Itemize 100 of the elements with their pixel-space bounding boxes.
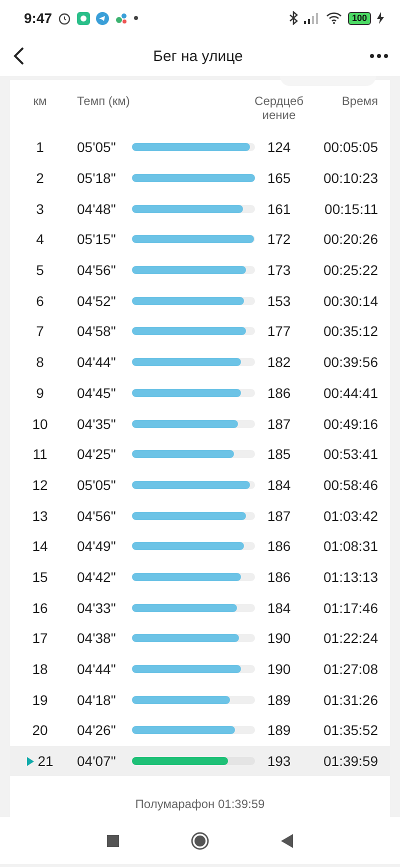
split-row[interactable]: 1 05'05" 124 00:05:05 — [10, 132, 390, 163]
pace-cell-text: 04'33" — [76, 600, 117, 616]
pace-cell-text: 04'45" — [76, 384, 117, 401]
time-cell-text: 01:17:46 — [322, 600, 378, 616]
km-cell: 2 — [36, 170, 44, 186]
split-row[interactable]: 18 04'44" 190 01:27:08 — [10, 654, 390, 684]
back-nav-icon[interactable] — [281, 834, 293, 848]
pace-cell-text: 04'48" — [76, 200, 117, 217]
km-cell: 16 — [32, 600, 48, 616]
alarm-icon — [58, 12, 72, 24]
pace-cell-text: 05'15" — [76, 231, 117, 248]
heart-rate-cell-text: 186 — [266, 538, 292, 554]
column-header: Темп (км) — [76, 94, 131, 108]
split-row[interactable]: 7 04'58" 177 00:35:12 — [10, 316, 390, 347]
wifi-icon — [326, 12, 342, 24]
heart-rate-cell-text: 186 — [266, 384, 292, 401]
home-icon[interactable] — [191, 832, 209, 850]
km-cell: 20 — [32, 722, 48, 738]
km-cell: 8 — [36, 354, 44, 370]
km-cell: 18 — [32, 661, 48, 678]
km-cell: 10 — [32, 416, 48, 432]
pace-cell-text: 04'18" — [76, 692, 117, 708]
split-row[interactable]: 9 04'45" 186 00:44:41 — [10, 378, 390, 408]
heart-rate-cell-text: 161 — [266, 200, 292, 217]
split-row[interactable]: 5 04'56" 173 00:25:22 — [10, 254, 390, 286]
pace-cell-text: 04'38" — [76, 630, 117, 646]
pace-cell-text: 04'49" — [76, 538, 117, 554]
column-header: Время — [340, 94, 378, 108]
split-row[interactable]: 13 04'56" 187 01:03:42 — [10, 500, 390, 531]
km-cell: 5 — [36, 262, 44, 278]
heart-rate-cell-text: 185 — [266, 446, 292, 462]
column-header: Сердцеб иение — [254, 94, 304, 122]
time-cell-text: 00:53:41 — [322, 446, 378, 462]
km-cell: 14 — [32, 538, 48, 554]
time-cell-text: 01:39:59 — [322, 753, 378, 770]
pace-cell-text: 04'25" — [76, 446, 117, 462]
play-icon — [26, 756, 34, 766]
pace-cell-text: 04'56" — [76, 262, 117, 278]
heart-rate-cell-text: 190 — [266, 661, 292, 678]
time-cell-text: 00:20:26 — [322, 231, 378, 248]
split-row[interactable]: 3 04'48" 161 00:15:11 — [10, 193, 390, 224]
pace-cell-text: 04'44" — [76, 661, 117, 678]
split-row[interactable]: 19 04'18" 189 01:31:26 — [10, 684, 390, 716]
pace-cell-text: 05'05" — [76, 476, 117, 493]
split-row[interactable]: 20 04'26" 189 01:35:52 — [10, 715, 390, 746]
heart-rate-cell-text: 186 — [266, 568, 292, 585]
heart-rate-cell-text: 124 — [266, 139, 292, 156]
time-cell-text: 00:49:16 — [322, 416, 378, 432]
heart-rate-cell-text: 190 — [266, 630, 292, 646]
km-cell: 9 — [36, 384, 44, 401]
column-header: км — [32, 94, 48, 108]
status-time: 9:47 — [24, 10, 52, 26]
pace-cell-text: 04'42" — [76, 568, 117, 585]
bluetooth-icon — [288, 11, 298, 25]
recent-apps-icon[interactable] — [107, 834, 119, 846]
km-cell: 1 — [36, 139, 44, 156]
pace-cell-text: 04'44" — [76, 354, 117, 370]
split-row[interactable]: 8 04'44" 182 00:39:56 — [10, 346, 390, 378]
telegram-icon — [96, 12, 110, 24]
split-row[interactable]: 11 04'25" 185 00:53:41 — [10, 438, 390, 470]
km-cell: 4 — [36, 231, 44, 248]
split-row[interactable]: 16 04'33" 184 01:17:46 — [10, 592, 390, 623]
heart-rate-cell-text: 189 — [266, 692, 292, 708]
time-cell-text: 01:08:31 — [322, 538, 378, 554]
heart-rate-cell-text: 189 — [266, 722, 292, 738]
pace-cell-text: 04'26" — [76, 722, 117, 738]
time-cell-text: 01:27:08 — [322, 661, 378, 678]
km-cell: 19 — [32, 692, 48, 708]
time-cell-text: 00:10:23 — [322, 170, 378, 186]
km-cell: 21 — [38, 753, 54, 770]
split-row[interactable]: 10 04'35" 187 00:49:16 — [10, 408, 390, 439]
split-row[interactable]: 12 05'05" 184 00:58:46 — [10, 470, 390, 500]
app-icon — [77, 12, 90, 24]
time-cell-text: 01:22:24 — [322, 630, 378, 646]
time-cell-text: 01:31:26 — [322, 692, 378, 708]
split-row[interactable]: 4 05'15" 172 00:20:26 — [10, 224, 390, 255]
split-row[interactable]: 21 04'07" 193 01:39:59 — [10, 746, 390, 776]
back-icon[interactable] — [12, 46, 26, 66]
km-cell: 15 — [32, 568, 48, 585]
heart-rate-cell-text: 193 — [266, 753, 292, 770]
km-cell: 11 — [32, 446, 48, 462]
split-row[interactable]: 14 04'49" 186 01:08:31 — [10, 530, 390, 562]
notification-dot-icon — [134, 16, 138, 20]
more-icon[interactable] — [370, 54, 388, 58]
heart-rate-cell-text: 172 — [266, 231, 292, 248]
heart-rate-cell-text: 184 — [266, 600, 292, 616]
time-cell-text: 01:03:42 — [322, 508, 378, 524]
dots-app-icon — [115, 12, 128, 24]
time-cell-text: 00:15:11 — [324, 200, 378, 217]
km-cell: 13 — [32, 508, 48, 524]
time-cell-text: 00:25:22 — [322, 262, 378, 278]
pace-cell-text: 04'56" — [76, 508, 117, 524]
split-row[interactable]: 15 04'42" 186 01:13:13 — [10, 562, 390, 592]
km-cell: 6 — [36, 292, 44, 309]
time-cell-text: 00:39:56 — [322, 354, 378, 370]
split-row[interactable]: 17 04'38" 190 01:22:24 — [10, 623, 390, 654]
split-row[interactable]: 2 05'18" 165 00:10:23 — [10, 162, 390, 194]
screen-title: Бег на улице — [152, 48, 244, 64]
pace-cell-text: 04'58" — [76, 323, 117, 340]
split-row[interactable]: 6 04'52" 153 00:30:14 — [10, 285, 390, 316]
